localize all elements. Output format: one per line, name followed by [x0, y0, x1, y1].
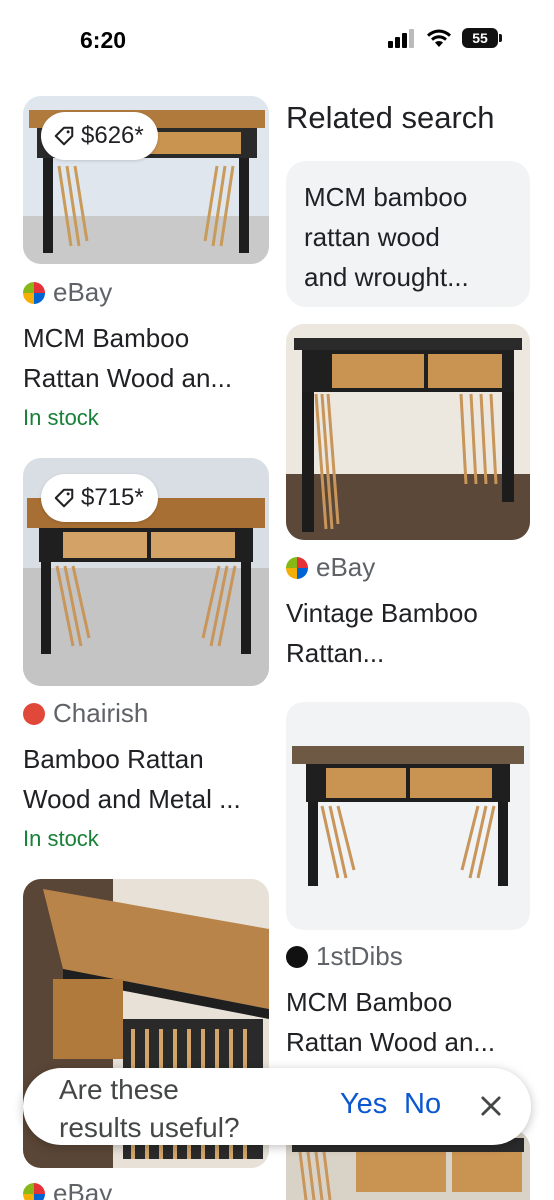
result-title[interactable]: MCM Bamboo Rattan Wood an...: [23, 318, 273, 398]
title-line: Rattan Wood an...: [23, 363, 233, 393]
result-source[interactable]: Chairish: [23, 698, 148, 729]
feedback-yes-button[interactable]: Yes: [340, 1088, 387, 1121]
result-title[interactable]: Bamboo Rattan Wood and Metal ...: [23, 739, 273, 819]
title-line: Rattan Wood an...: [286, 1027, 496, 1057]
source-name: eBay: [53, 1178, 113, 1200]
related-search-heading: Related search: [286, 100, 495, 135]
source-name: Chairish: [53, 698, 149, 728]
title-line: MCM Bamboo: [286, 987, 453, 1017]
result-title[interactable]: Vintage Bamboo Rattan...: [286, 593, 536, 673]
result-source[interactable]: eBay: [23, 1178, 112, 1200]
tag-icon: [54, 126, 74, 146]
price-label: $715*: [81, 484, 144, 511]
result-image[interactable]: [286, 324, 530, 540]
ebay-favicon: [23, 1182, 45, 1200]
title-line: Rattan...: [286, 638, 385, 668]
chairish-favicon: [23, 702, 45, 725]
price-chip: $715*: [41, 474, 158, 522]
ebay-favicon: [23, 281, 45, 304]
title-line: Vintage Bamboo: [286, 598, 478, 628]
related-search-chip[interactable]: MCM bamboo rattan wood and wrought...: [286, 161, 530, 307]
feedback-no-button[interactable]: No: [404, 1088, 441, 1121]
status-icons: 55: [388, 28, 502, 48]
battery-level: 55: [462, 28, 498, 48]
feedback-question-line: Are these: [59, 1074, 179, 1105]
status-time: 6:20: [80, 27, 127, 53]
availability-label: In stock: [23, 405, 99, 430]
console-table-image: [286, 702, 530, 930]
status-bar: 6:20 55: [0, 0, 554, 80]
result-source[interactable]: eBay: [23, 277, 112, 308]
result-source[interactable]: eBay: [286, 552, 375, 583]
price-label: $626*: [81, 122, 144, 149]
chip-line: rattan wood: [304, 222, 440, 252]
source-name: eBay: [316, 552, 376, 582]
chip-line: and wrought...: [304, 262, 469, 292]
wifi-icon: [427, 29, 451, 47]
result-source[interactable]: 1stDibs: [286, 941, 403, 972]
result-image[interactable]: $715*: [23, 458, 269, 686]
tag-icon: [54, 488, 74, 508]
source-name: 1stDibs: [316, 941, 403, 971]
title-line: MCM Bamboo: [23, 323, 190, 353]
feedback-question-line: results useful?: [59, 1112, 240, 1143]
signal-icon: [388, 29, 414, 48]
console-table-image: [286, 324, 530, 540]
1stdibs-favicon: [286, 945, 308, 968]
price-chip: $626*: [41, 112, 158, 160]
feedback-question: Are these results useful?: [59, 1071, 299, 1147]
title-line: Wood and Metal ...: [23, 784, 241, 814]
ebay-favicon: [286, 556, 308, 579]
availability-label: In stock: [23, 826, 99, 851]
result-title[interactable]: MCM Bamboo Rattan Wood an...: [286, 982, 536, 1062]
result-image[interactable]: $626*: [23, 96, 269, 264]
chip-line: MCM bamboo: [304, 182, 468, 212]
feedback-bar: Are these results useful? Yes No: [23, 1068, 531, 1145]
source-name: eBay: [53, 277, 113, 307]
result-image[interactable]: [286, 702, 530, 930]
close-icon[interactable]: [477, 1092, 505, 1120]
title-line: Bamboo Rattan: [23, 744, 204, 774]
battery-icon: 55: [462, 28, 502, 48]
